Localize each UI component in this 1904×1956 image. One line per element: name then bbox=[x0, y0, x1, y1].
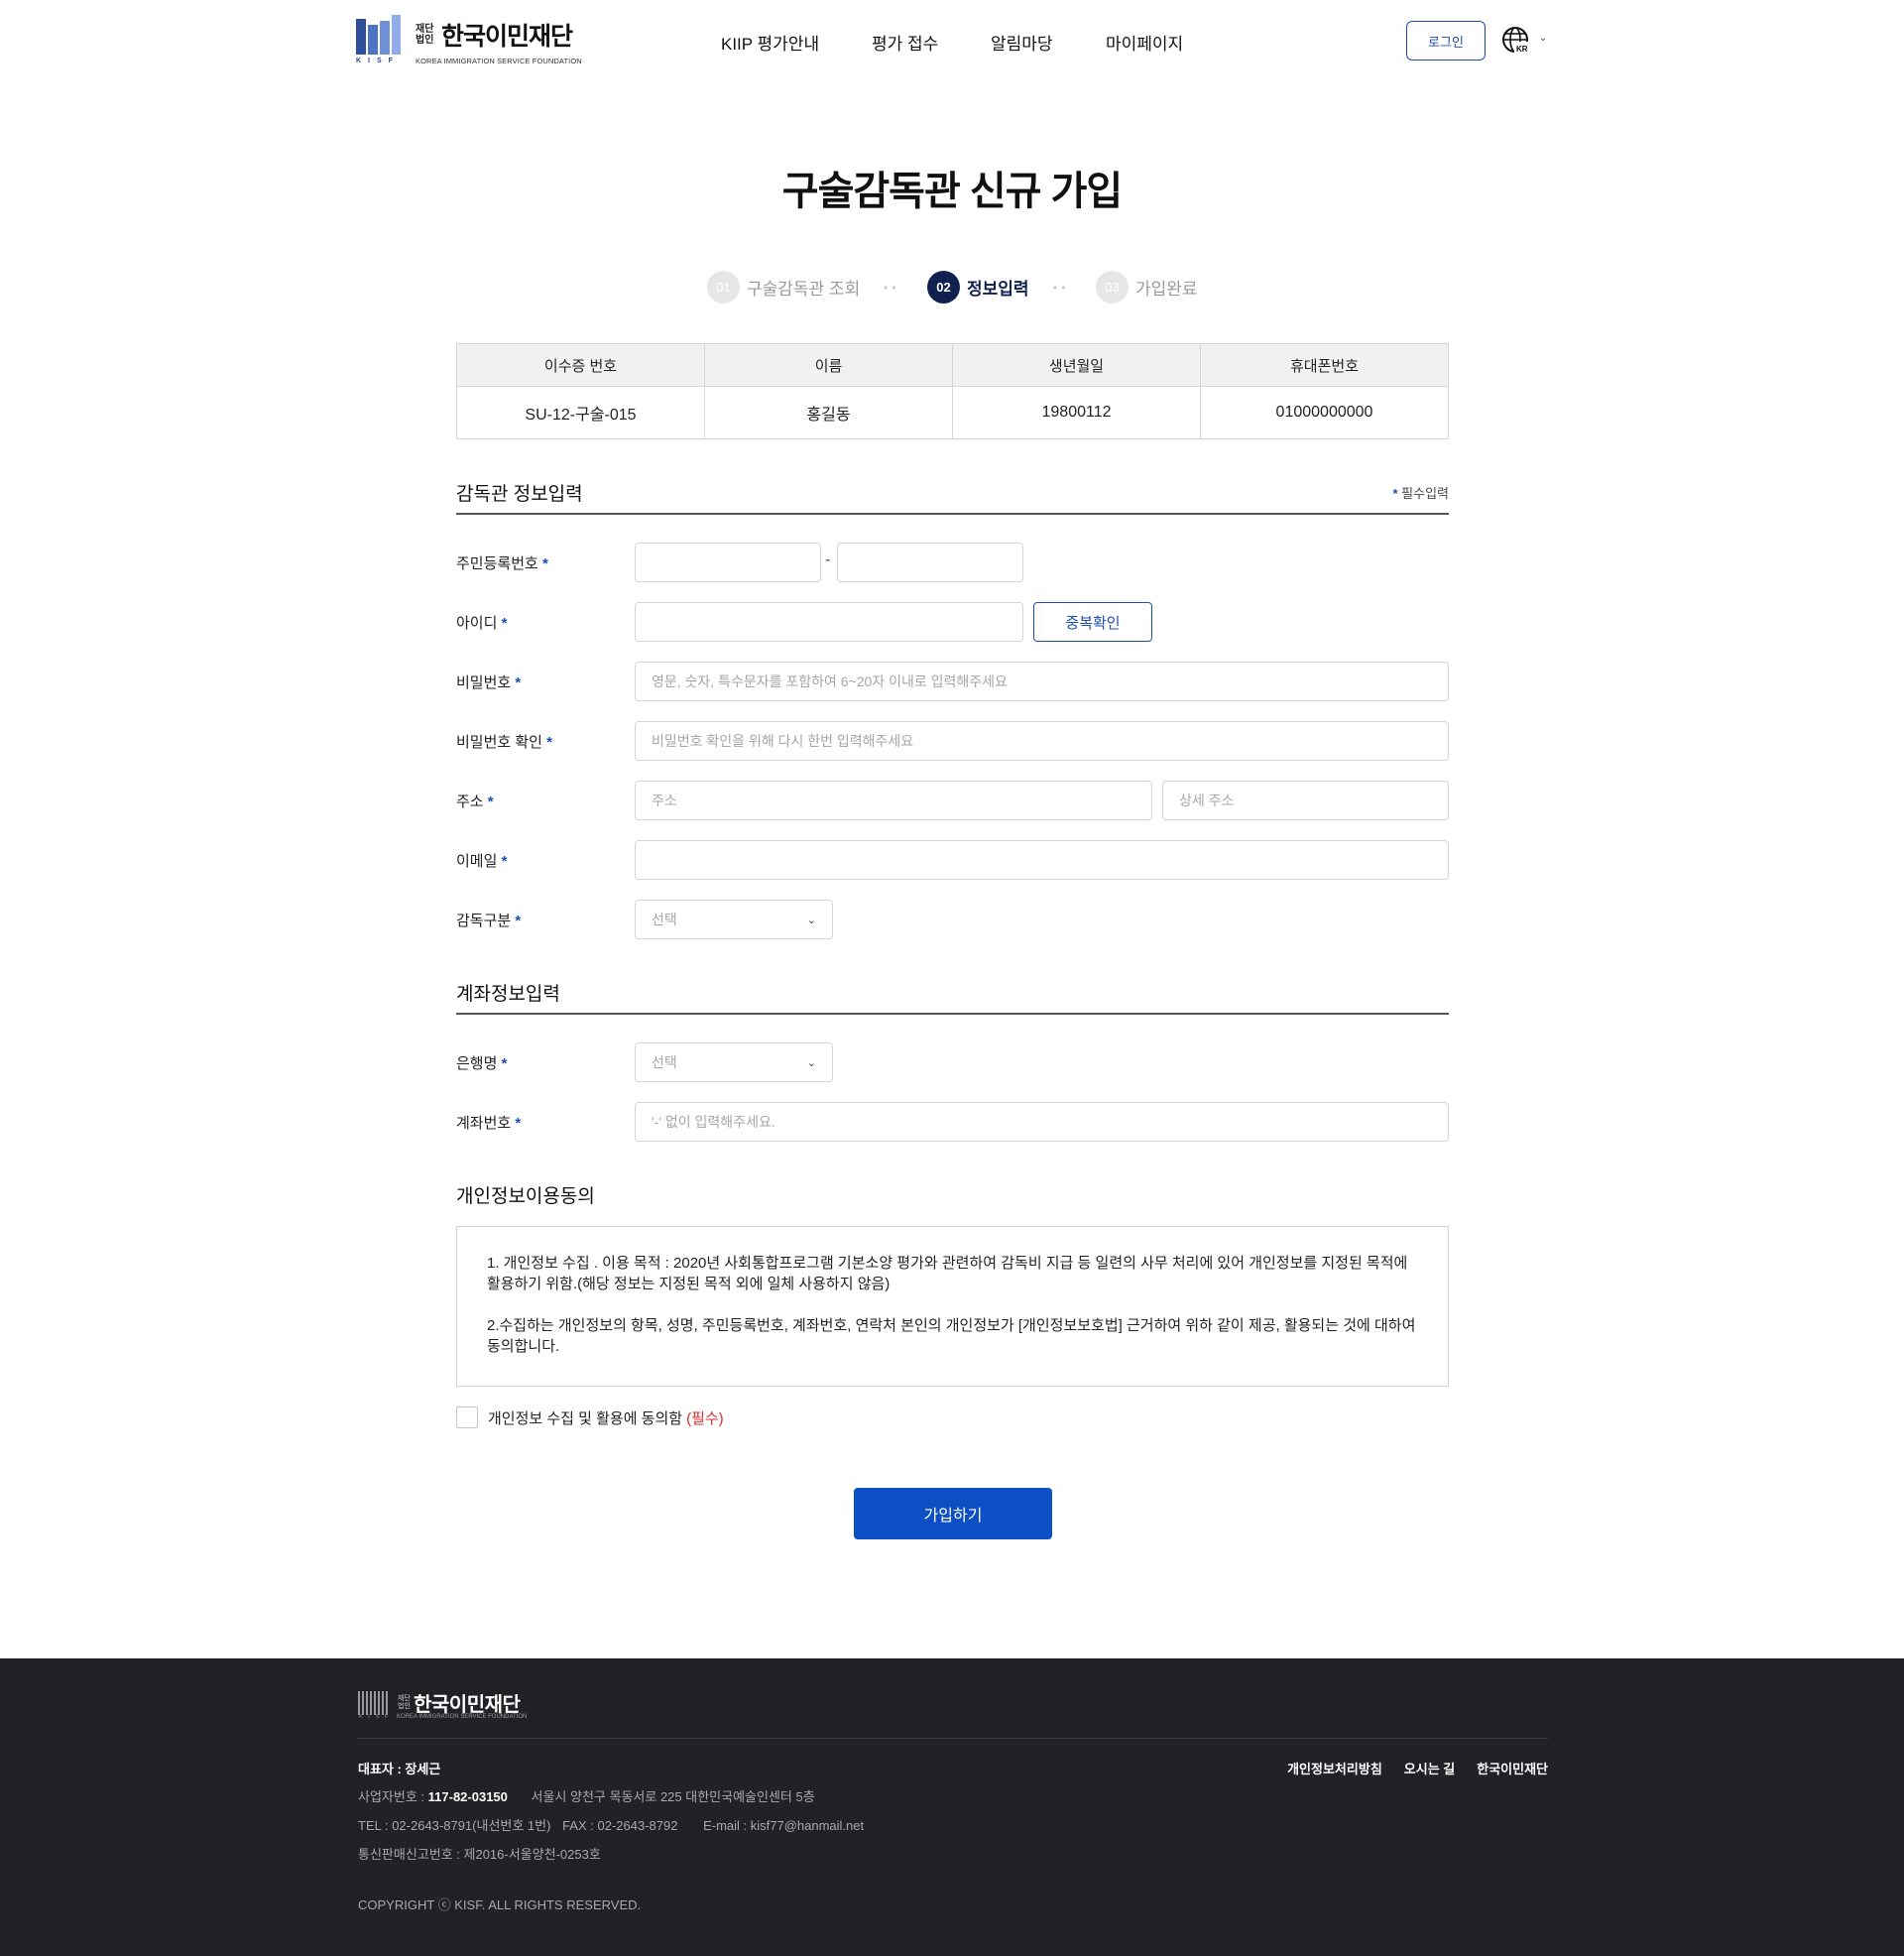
id-label: 아이디 * bbox=[456, 615, 508, 632]
rrn-front-input[interactable] bbox=[635, 543, 821, 582]
required-note: * 필수입력 bbox=[1392, 486, 1449, 501]
footer-mail-order-number: 통신판매신고번호 : 제2016-서울양천-0253호 bbox=[358, 1847, 601, 1862]
address-label: 주소 * bbox=[456, 794, 494, 810]
footer-logo-name: 한국이민재단 bbox=[414, 1694, 521, 1716]
password-confirm-input[interactable] bbox=[635, 721, 1449, 761]
footer-links: 개인정보처리방침 오시는 길 한국이민재단 bbox=[1287, 1759, 1548, 1777]
privacy-paragraph: 1. 개인정보 수집 . 이용 목적 : 2020년 사회통합프로그램 기본소양… bbox=[487, 1255, 1408, 1292]
table-row: SU-12-구술-015 홍길동 19800112 01000000000 bbox=[456, 386, 1449, 439]
bank-label: 은행명 * bbox=[456, 1055, 508, 1072]
rrn-label: 주민등록번호 * bbox=[456, 555, 548, 572]
password-confirm-label: 비밀번호 확인 * bbox=[456, 734, 552, 751]
rrn-dash: - bbox=[825, 551, 831, 568]
footer-business-info: 사업자번호 : 117-82-03150 서울시 양천구 목동서로 225 대한… bbox=[358, 1789, 815, 1804]
nav-item-notice[interactable]: 알림마당 bbox=[991, 30, 1053, 55]
footer-link-privacy-policy[interactable]: 개인정보처리방침 bbox=[1287, 1759, 1382, 1777]
nav-item-application[interactable]: 평가 접수 bbox=[872, 30, 938, 55]
main-nav: KIIP 평가안내 평가 접수 알림마당 마이페이지 bbox=[0, 30, 1904, 54]
column-header: 이름 bbox=[704, 343, 953, 387]
footer-representative: 대표자 : 장세근 bbox=[358, 1762, 441, 1776]
page-title: 구술감독관 신규 가입 bbox=[781, 170, 1123, 213]
footer-logo-mark-text: KISF bbox=[359, 1714, 395, 1720]
section-title: 계좌정보입력 bbox=[456, 984, 560, 1005]
progress-steps: 01 구술감독관 조회 •• 02 정보입력 •• 03 가입완료 bbox=[0, 271, 1904, 305]
privacy-paragraph: 2.수집하는 개인정보의 항목, 성명, 주민등록번호, 계좌번호, 연락처 본… bbox=[487, 1317, 1416, 1355]
duplicate-check-button[interactable]: 중복확인 bbox=[1033, 602, 1152, 642]
step-info-input: 02 정보입력 bbox=[927, 271, 1029, 304]
chevron-down-icon: ⌄ bbox=[806, 1056, 816, 1069]
footer-logo-subtitle: KOREA IMMIGRATION SERVICE FOUNDATION bbox=[397, 1714, 528, 1720]
step-number: 02 bbox=[927, 271, 960, 304]
site-footer: 재단법인 한국이민재단 KISF KOREA IMMIGRATION SERVI… bbox=[0, 1658, 1904, 1956]
email-input[interactable] bbox=[635, 840, 1449, 880]
step-lookup: 01 구술감독관 조회 bbox=[707, 271, 860, 304]
logo-mark-text: KISF bbox=[356, 58, 400, 64]
chevron-down-icon: ⌄ bbox=[1539, 33, 1548, 44]
language-label: KR bbox=[1516, 45, 1528, 54]
password-input[interactable] bbox=[635, 662, 1449, 701]
logo-mark-icon bbox=[358, 1690, 388, 1715]
step-separator: •• bbox=[1053, 281, 1070, 295]
supervisor-section-header: 감독관 정보입력 * 필수입력 bbox=[456, 479, 1449, 515]
chevron-down-icon: ⌄ bbox=[806, 914, 816, 926]
nav-item-kiip-guide[interactable]: KIIP 평가안내 bbox=[721, 30, 819, 55]
certificate-number-cell: SU-12-구술-015 bbox=[456, 386, 705, 439]
column-header: 이수증 번호 bbox=[456, 343, 705, 387]
account-section-header: 계좌정보입력 bbox=[456, 979, 1449, 1015]
column-header: 휴대폰번호 bbox=[1200, 343, 1449, 387]
footer-copyright: COPYRIGHT ⓒ KISF. ALL RIGHTS RESERVED. bbox=[358, 1897, 642, 1912]
site-header: KISF 재단법인 한국이민재단 KOREA IMMIGRATION SERVI… bbox=[0, 0, 1904, 83]
step-separator: •• bbox=[884, 281, 900, 295]
birthdate-cell: 19800112 bbox=[952, 386, 1201, 439]
email-label: 이메일 * bbox=[456, 853, 508, 870]
column-header: 생년월일 bbox=[952, 343, 1201, 387]
phone-cell: 01000000000 bbox=[1200, 386, 1449, 439]
footer-logo-tag: 재단법인 bbox=[398, 1694, 411, 1710]
privacy-agree-checkbox[interactable] bbox=[456, 1406, 478, 1428]
footer-logo[interactable]: 재단법인 한국이민재단 bbox=[358, 1688, 521, 1717]
privacy-section-title: 개인정보이용동의 bbox=[456, 1186, 595, 1207]
step-label: 정보입력 bbox=[967, 280, 1029, 299]
rrn-back-input[interactable] bbox=[837, 543, 1023, 582]
footer-divider bbox=[357, 1738, 1548, 1739]
privacy-terms-box[interactable]: 1. 개인정보 수집 . 이용 목적 : 2020년 사회통합프로그램 기본소양… bbox=[456, 1226, 1449, 1387]
name-cell: 홍길동 bbox=[704, 386, 953, 439]
footer-link-directions[interactable]: 오시는 길 bbox=[1404, 1759, 1455, 1777]
logo-subtitle: KOREA IMMIGRATION SERVICE FOUNDATION bbox=[416, 56, 582, 65]
password-label: 비밀번호 * bbox=[456, 674, 522, 691]
table-header-row: 이수증 번호 이름 생년월일 휴대폰번호 bbox=[456, 343, 1449, 387]
step-label: 가입완료 bbox=[1135, 280, 1198, 299]
signup-submit-button[interactable]: 가입하기 bbox=[854, 1488, 1052, 1539]
address-detail-input[interactable] bbox=[1162, 781, 1449, 820]
privacy-agree-label: 개인정보 수집 및 활용에 동의함 (필수) bbox=[488, 1409, 724, 1427]
privacy-agree-checkbox-row[interactable]: 개인정보 수집 및 활용에 동의함 (필수) bbox=[456, 1406, 724, 1428]
step-number: 01 bbox=[707, 271, 740, 304]
account-number-label: 계좌번호 * bbox=[456, 1115, 522, 1132]
login-button[interactable]: 로그인 bbox=[1406, 21, 1486, 61]
nav-item-mypage[interactable]: 마이페이지 bbox=[1106, 30, 1183, 55]
footer-contact-info: TEL : 02-2643-8791(내선번호 1번) FAX : 02-264… bbox=[358, 1818, 865, 1833]
step-label: 구술감독관 조회 bbox=[747, 280, 861, 299]
footer-link-foundation[interactable]: 한국이민재단 bbox=[1477, 1759, 1548, 1777]
step-complete: 03 가입완료 bbox=[1096, 271, 1198, 304]
select-value: 선택 bbox=[652, 912, 677, 927]
address-input[interactable] bbox=[635, 781, 1152, 820]
language-selector[interactable]: KR ⌄ bbox=[1501, 26, 1547, 58]
step-number: 03 bbox=[1096, 271, 1129, 304]
certificate-info-table: 이수증 번호 이름 생년월일 휴대폰번호 SU-12-구술-015 홍길동 19… bbox=[456, 343, 1449, 439]
id-input[interactable] bbox=[635, 602, 1023, 642]
account-number-input[interactable] bbox=[635, 1102, 1449, 1142]
section-title: 감독관 정보입력 bbox=[456, 484, 583, 505]
bank-select[interactable]: 선택 ⌄ bbox=[635, 1042, 833, 1082]
supervisor-type-label: 감독구분 * bbox=[456, 913, 522, 929]
select-value: 선택 bbox=[652, 1054, 677, 1070]
supervisor-type-select[interactable]: 선택 ⌄ bbox=[635, 900, 833, 939]
